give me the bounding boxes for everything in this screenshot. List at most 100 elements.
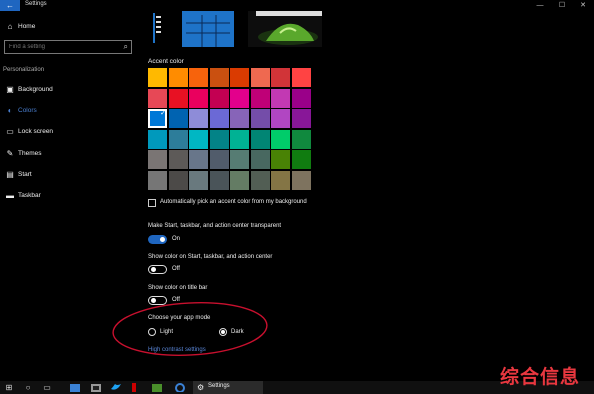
sidebar-item-label: Lock screen <box>18 128 54 135</box>
accent-swatch[interactable] <box>189 109 208 128</box>
sidebar-item-lock-screen[interactable]: ▭ Lock screen <box>0 125 138 141</box>
edge-browser-icon[interactable] <box>70 384 80 392</box>
accent-swatch[interactable] <box>250 129 270 149</box>
accent-swatch[interactable] <box>271 150 290 169</box>
accent-swatch[interactable] <box>168 68 188 87</box>
accent-swatch[interactable] <box>148 88 167 108</box>
accent-swatch[interactable] <box>168 129 188 149</box>
accent-swatch[interactable] <box>189 68 208 87</box>
themes-icon: ✎ <box>6 149 14 158</box>
search-box[interactable]: ⌕ <box>4 40 132 54</box>
accent-swatch[interactable] <box>230 68 249 87</box>
task-view-icon[interactable]: ▭ <box>41 383 53 393</box>
checkmark-icon: ✓ <box>160 110 166 117</box>
search-icon[interactable]: ⌕ <box>124 42 128 52</box>
transparency-toggle[interactable] <box>148 235 167 244</box>
accent-swatch[interactable] <box>291 129 311 149</box>
sidebar-item-label: Home <box>18 23 36 30</box>
lock-screen-icon: ▭ <box>6 127 14 136</box>
accent-swatch[interactable] <box>291 170 311 190</box>
accent-swatch[interactable] <box>271 109 290 128</box>
transparency-state: On <box>172 236 181 242</box>
sidebar-item-home[interactable]: ⌂ Home <box>0 20 138 36</box>
start-icon: ▤ <box>6 170 14 179</box>
accent-swatch[interactable] <box>250 88 270 108</box>
sidebar-item-start[interactable]: ▤ Start <box>0 168 138 184</box>
accent-swatch[interactable] <box>250 170 270 190</box>
sidebar-item-label: Background <box>18 86 53 93</box>
accent-swatch[interactable] <box>209 129 229 149</box>
start-color-label: Show color on Start, taskbar, and action… <box>148 254 273 260</box>
chart-app-icon[interactable] <box>152 384 162 392</box>
accent-swatch[interactable] <box>168 88 188 108</box>
accent-swatch[interactable] <box>189 129 208 149</box>
twitter-icon[interactable] <box>111 383 121 392</box>
picture-icon: ▣ <box>6 85 14 94</box>
search-input[interactable] <box>5 41 119 53</box>
sidebar-item-colors[interactable]: ◐ Colors <box>0 104 138 120</box>
accent-swatch[interactable] <box>209 109 229 128</box>
taskbar-icon: ▬ <box>6 191 14 200</box>
accent-swatch[interactable] <box>168 109 188 128</box>
start-button-icon[interactable]: ⊞ <box>3 383 15 393</box>
auto-accent-checkbox[interactable] <box>148 199 156 207</box>
back-button[interactable]: ← <box>0 0 20 11</box>
start-color-toggle[interactable] <box>148 265 167 274</box>
accent-swatch[interactable] <box>189 150 208 169</box>
accent-swatch[interactable] <box>291 68 311 87</box>
taskbar-settings-app[interactable]: ⚙ Settings <box>193 381 263 394</box>
accent-swatch[interactable] <box>250 150 270 169</box>
search-icon[interactable]: ○ <box>22 383 34 393</box>
accent-swatch[interactable] <box>291 88 311 108</box>
theme-preview-blue <box>182 11 234 47</box>
accent-swatch[interactable] <box>230 150 249 169</box>
accent-swatch[interactable] <box>209 68 229 87</box>
accent-swatch[interactable]: ✓ <box>148 109 167 128</box>
accent-swatch[interactable] <box>271 68 290 87</box>
watermark: 综合信息 <box>500 366 581 388</box>
accent-swatch[interactable] <box>168 150 188 169</box>
accent-swatch[interactable] <box>209 170 229 190</box>
accent-swatch[interactable] <box>148 68 167 87</box>
titlebar-color-label: Show color on title bar <box>148 285 208 291</box>
accent-swatch[interactable] <box>291 109 311 128</box>
minimize-button[interactable]: — <box>530 0 550 11</box>
accent-swatch[interactable] <box>230 88 249 108</box>
store-icon[interactable] <box>91 384 101 392</box>
sidebar-item-taskbar[interactable]: ▬ Taskbar <box>0 189 138 205</box>
accent-swatch[interactable] <box>230 109 249 128</box>
auto-accent-label: Automatically pick an accent color from … <box>160 199 307 205</box>
title-bar: ← Settings — ☐ ✕ <box>0 0 594 11</box>
accent-swatch[interactable] <box>209 150 229 169</box>
start-color-state: Off <box>172 266 180 272</box>
maximize-button[interactable]: ☐ <box>552 0 572 11</box>
accent-swatch[interactable] <box>230 129 249 149</box>
gear-icon: ⚙ <box>197 383 205 392</box>
accent-swatch[interactable] <box>189 88 208 108</box>
accent-swatch[interactable] <box>230 170 249 190</box>
sidebar-item-background[interactable]: ▣ Background <box>0 83 138 99</box>
section-heading: Personalization <box>3 67 45 73</box>
accent-swatch[interactable] <box>168 170 188 190</box>
sidebar-item-label: Themes <box>18 150 42 157</box>
sidebar-item-label: Colors <box>18 107 37 114</box>
annotation-ellipse <box>112 302 268 356</box>
accent-swatch[interactable] <box>148 129 167 149</box>
theme-preview-tent <box>248 11 322 47</box>
app-icon[interactable] <box>132 383 136 392</box>
accent-color-heading: Accent color <box>148 58 184 65</box>
accent-swatch[interactable] <box>189 170 208 190</box>
accent-swatch[interactable] <box>250 109 270 128</box>
accent-swatch[interactable] <box>209 88 229 108</box>
accent-swatch[interactable] <box>271 129 290 149</box>
accent-swatch[interactable] <box>271 170 290 190</box>
close-button[interactable]: ✕ <box>573 0 593 11</box>
accent-swatch[interactable] <box>271 88 290 108</box>
transparency-label: Make Start, taskbar, and action center t… <box>148 223 282 229</box>
accent-swatch[interactable] <box>148 150 167 169</box>
sidebar-item-themes[interactable]: ✎ Themes <box>0 147 138 163</box>
accent-swatch[interactable] <box>148 170 167 190</box>
accent-swatch[interactable] <box>291 150 311 169</box>
accent-swatch[interactable] <box>250 68 270 87</box>
ie-icon[interactable] <box>175 383 185 392</box>
